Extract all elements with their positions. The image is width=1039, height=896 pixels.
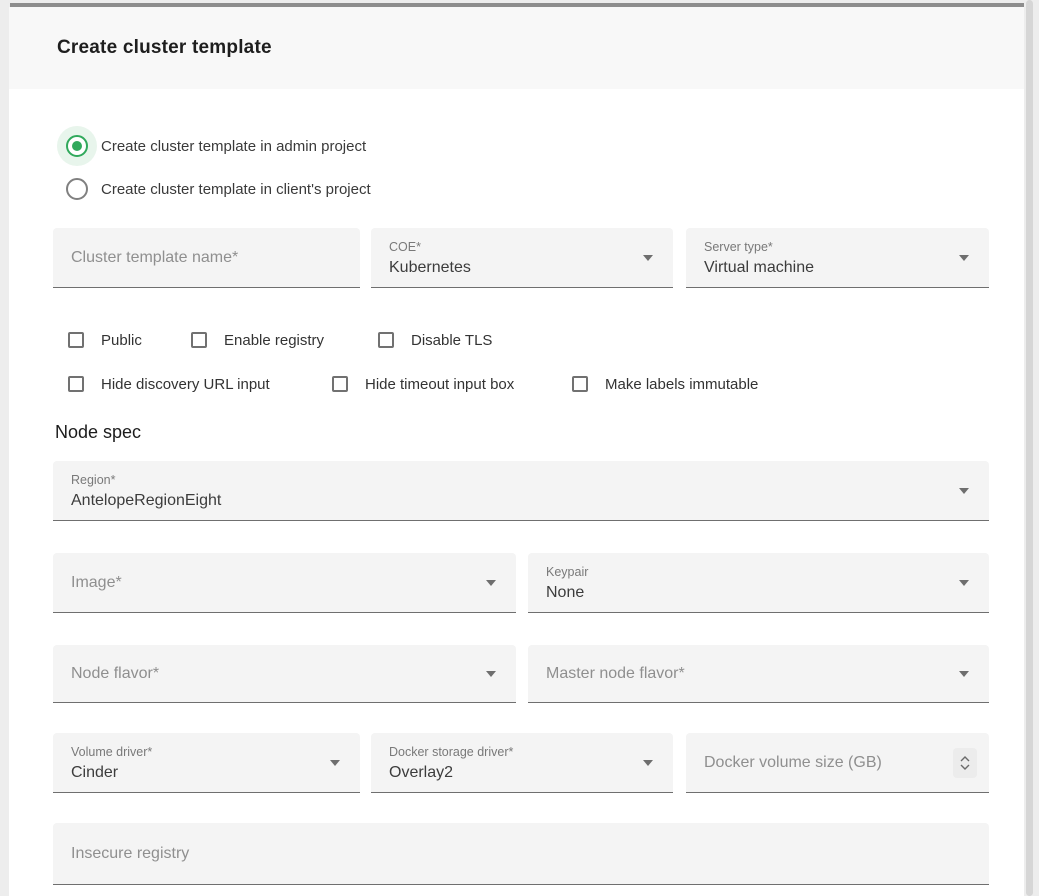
keypair-value: None — [546, 584, 584, 602]
chevron-down-icon — [643, 760, 653, 766]
image-placeholder: Image* — [71, 574, 122, 592]
volume-driver-value: Cinder — [71, 764, 118, 782]
vertical-scrollbar[interactable] — [1026, 0, 1033, 896]
master-node-flavor-placeholder: Master node flavor* — [546, 665, 685, 683]
checkbox-icon[interactable] — [68, 332, 84, 348]
docker-storage-driver-select[interactable]: Docker storage driver* Overlay2 — [371, 733, 673, 793]
image-select[interactable]: Image* — [53, 553, 516, 613]
server-type-label: Server type* — [704, 240, 773, 254]
node-spec-heading: Node spec — [55, 422, 141, 443]
chevron-down-icon — [486, 580, 496, 586]
checkbox-public-label: Public — [101, 332, 142, 349]
docker-storage-driver-label: Docker storage driver* — [389, 745, 513, 759]
chevron-down-icon — [959, 671, 969, 677]
checkbox-enable-registry[interactable]: Enable registry — [191, 330, 324, 350]
insecure-registry-field[interactable] — [53, 823, 989, 885]
cluster-template-name-input[interactable] — [53, 228, 360, 287]
radio-admin-project-label[interactable]: Create cluster template in admin project — [101, 138, 366, 155]
chevron-down-icon — [486, 671, 496, 677]
coe-value: Kubernetes — [389, 259, 471, 277]
server-type-select[interactable]: Server type* Virtual machine — [686, 228, 989, 288]
keypair-label: Keypair — [546, 565, 588, 579]
checkbox-disable-tls[interactable]: Disable TLS — [378, 330, 492, 350]
number-stepper[interactable] — [953, 748, 977, 778]
checkbox-enable-registry-label: Enable registry — [224, 332, 324, 349]
checkbox-labels-immutable[interactable]: Make labels immutable — [572, 374, 758, 394]
checkbox-icon[interactable] — [191, 332, 207, 348]
volume-driver-label: Volume driver* — [71, 745, 152, 759]
volume-driver-select[interactable]: Volume driver* Cinder — [53, 733, 360, 793]
chevron-down-icon — [330, 760, 340, 766]
coe-label: COE* — [389, 240, 421, 254]
coe-select[interactable]: COE* Kubernetes — [371, 228, 673, 288]
docker-volume-size-input[interactable] — [686, 733, 989, 792]
checkbox-hide-timeout-label: Hide timeout input box — [365, 376, 514, 393]
checkbox-icon[interactable] — [68, 376, 84, 392]
checkbox-hide-discovery-url[interactable]: Hide discovery URL input — [68, 374, 270, 394]
keypair-select[interactable]: Keypair None — [528, 553, 989, 613]
page-title: Create cluster template — [57, 37, 272, 59]
chevron-down-icon — [959, 580, 969, 586]
checkbox-icon[interactable] — [572, 376, 588, 392]
master-node-flavor-select[interactable]: Master node flavor* — [528, 645, 989, 703]
server-type-value: Virtual machine — [704, 259, 814, 277]
checkbox-icon[interactable] — [378, 332, 394, 348]
node-flavor-placeholder: Node flavor* — [71, 665, 159, 683]
node-flavor-select[interactable]: Node flavor* — [53, 645, 516, 703]
stepper-down-icon[interactable] — [960, 764, 970, 770]
region-label: Region* — [71, 473, 115, 487]
insecure-registry-input[interactable] — [53, 823, 989, 884]
radio-admin-project[interactable] — [66, 135, 88, 157]
chevron-down-icon — [959, 255, 969, 261]
stepper-up-icon[interactable] — [960, 756, 970, 762]
radio-client-project[interactable] — [66, 178, 88, 200]
docker-storage-driver-value: Overlay2 — [389, 764, 453, 782]
chevron-down-icon — [959, 488, 969, 494]
checkbox-public[interactable]: Public — [68, 330, 142, 350]
docker-volume-size-field[interactable] — [686, 733, 989, 793]
region-value: AntelopeRegionEight — [71, 492, 221, 510]
checkbox-hide-timeout[interactable]: Hide timeout input box — [332, 374, 514, 394]
radio-client-project-label[interactable]: Create cluster template in client's proj… — [101, 181, 371, 198]
checkbox-labels-immutable-label: Make labels immutable — [605, 376, 758, 393]
radio-selected-dot-icon — [72, 141, 82, 151]
cluster-template-name-field[interactable] — [53, 228, 360, 288]
checkbox-hide-discovery-url-label: Hide discovery URL input — [101, 376, 270, 393]
scrollbar-track — [1024, 0, 1039, 896]
checkbox-icon[interactable] — [332, 376, 348, 392]
region-select[interactable]: Region* AntelopeRegionEight — [53, 461, 989, 521]
checkbox-disable-tls-label: Disable TLS — [411, 332, 492, 349]
chevron-down-icon — [643, 255, 653, 261]
